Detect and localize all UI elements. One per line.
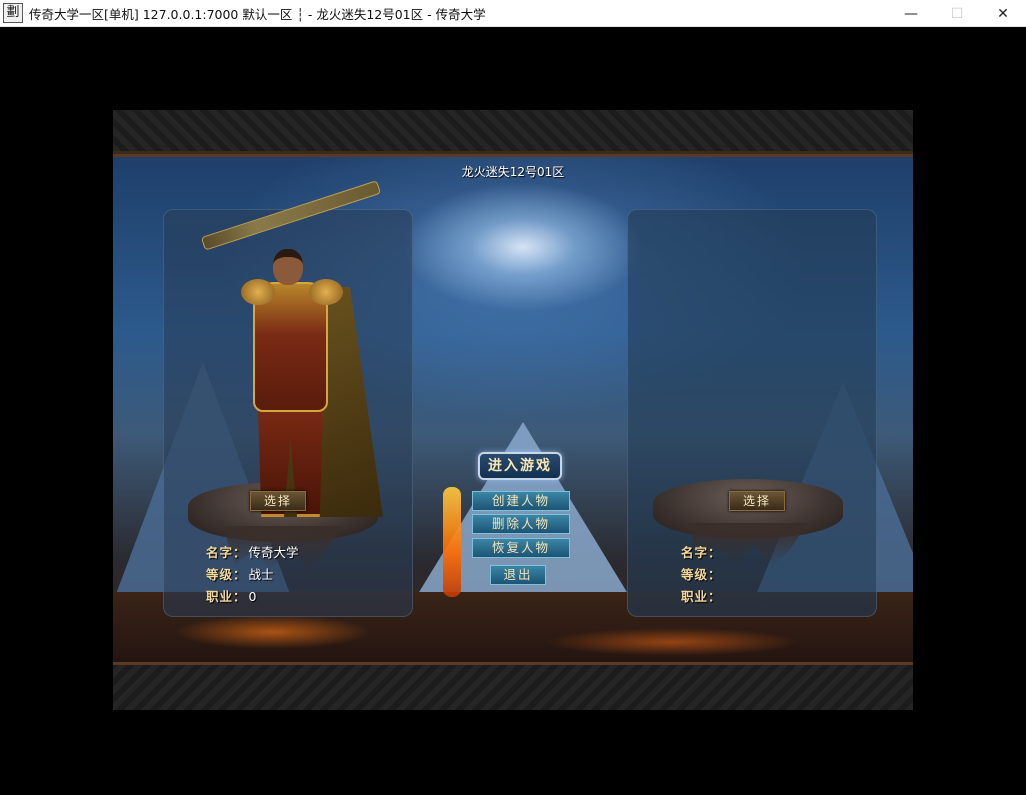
minimize-button[interactable]: — bbox=[888, 0, 934, 27]
job-label: 职业： bbox=[206, 589, 247, 604]
lava-fall bbox=[443, 487, 461, 597]
exit-button[interactable]: 退出 bbox=[490, 565, 546, 585]
level-value: 战士 bbox=[248, 567, 274, 582]
level-row: 等级： 战士 bbox=[206, 564, 299, 586]
job-row: 职业： bbox=[681, 586, 724, 608]
create-character-button[interactable]: 创建人物 bbox=[472, 491, 570, 511]
window-controls: — ☐ ✕ bbox=[888, 0, 1026, 27]
name-row: 名字： 传奇大学 bbox=[206, 542, 299, 564]
restore-character-button[interactable]: 恢复人物 bbox=[472, 538, 570, 558]
name-row: 名字： bbox=[681, 542, 724, 564]
frame-top-border bbox=[113, 110, 913, 157]
maximize-button: ☐ bbox=[950, 5, 964, 22]
app-icon: 劃 bbox=[3, 3, 23, 23]
job-row: 职业： 0 bbox=[206, 586, 299, 608]
window-title: 传奇大学一区[单机] 127.0.0.1:7000 默认一区 ┆ - 龙火迷失1… bbox=[29, 6, 486, 22]
level-label: 等级： bbox=[681, 567, 722, 582]
level-row: 等级： bbox=[681, 564, 724, 586]
delete-character-button[interactable]: 删除人物 bbox=[472, 514, 570, 534]
job-label: 职业： bbox=[681, 589, 722, 604]
level-label: 等级： bbox=[206, 567, 247, 582]
server-title: 龙火迷失12号01区 bbox=[461, 165, 565, 179]
character-stats-right: 名字： 等级： 职业： bbox=[681, 542, 724, 608]
close-button[interactable]: ✕ bbox=[980, 0, 1026, 27]
warrior-character-figure[interactable] bbox=[200, 180, 383, 517]
warrior-shoulder-right bbox=[309, 279, 343, 305]
character-stats-left: 名字： 传奇大学 等级： 战士 职业： 0 bbox=[206, 542, 299, 608]
select-button-right[interactable]: 选择 bbox=[729, 491, 785, 511]
name-value: 传奇大学 bbox=[248, 545, 299, 560]
job-value: 0 bbox=[248, 589, 257, 604]
warrior-head bbox=[273, 249, 303, 285]
window-titlebar: 劃 传奇大学一区[单机] 127.0.0.1:7000 默认一区 ┆ - 龙火迷… bbox=[0, 0, 1026, 27]
game-viewport: 龙火迷失12号01区 选择 选择 进入游戏 创建人物 删除人物 恢复人物 退出 … bbox=[113, 110, 913, 710]
frame-bottom-border bbox=[113, 662, 913, 710]
warrior-shoulder-left bbox=[241, 279, 275, 305]
select-button-left[interactable]: 选择 bbox=[250, 491, 306, 511]
character-slot-right[interactable] bbox=[627, 209, 877, 617]
enter-game-button[interactable]: 进入游戏 bbox=[478, 452, 562, 480]
name-label: 名字： bbox=[206, 545, 247, 560]
name-label: 名字： bbox=[681, 545, 722, 560]
